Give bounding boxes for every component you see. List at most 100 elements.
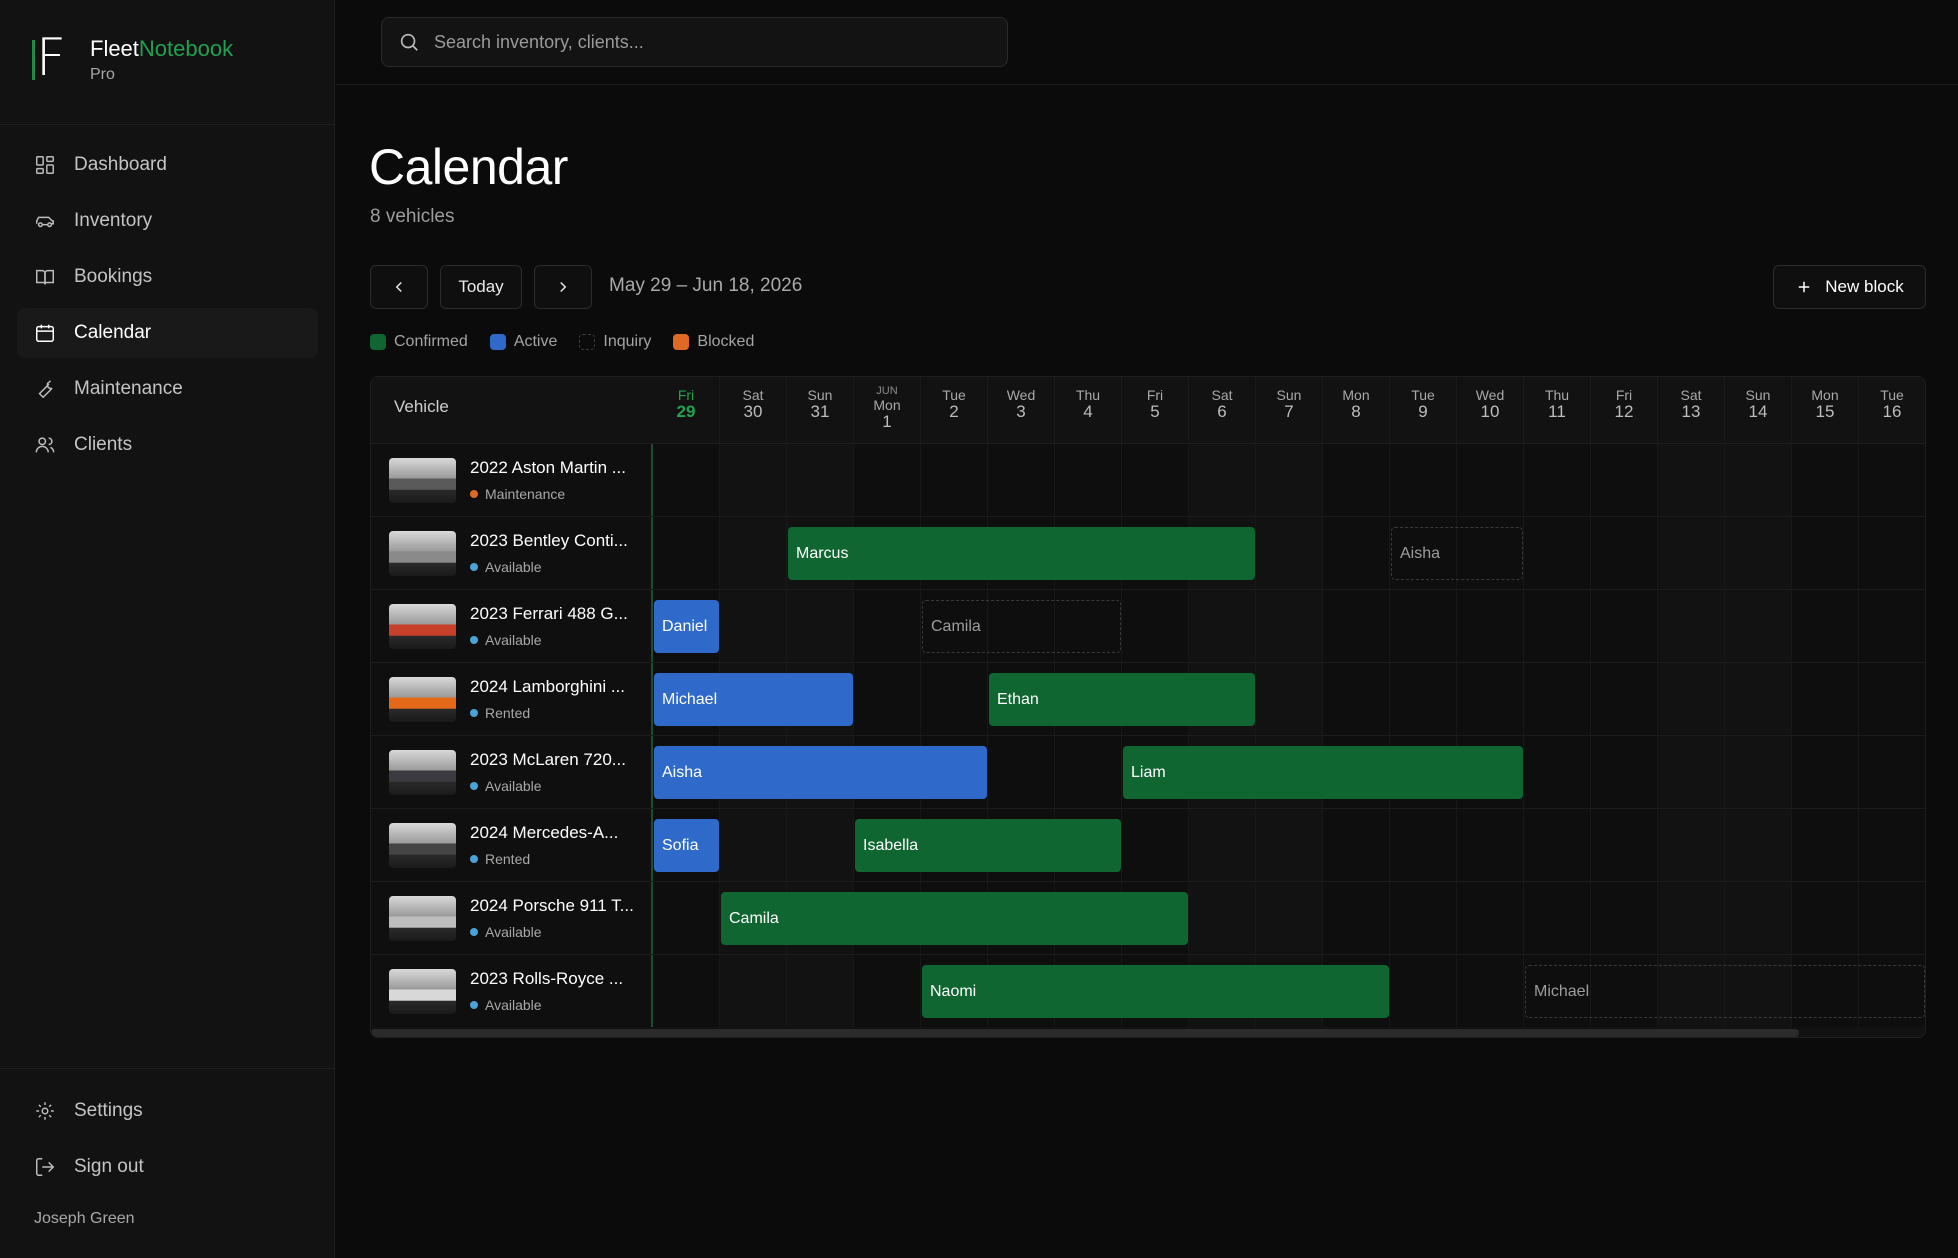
vehicle-thumbnail <box>389 677 456 722</box>
timeline: Fri 29 Sat 30 Sun 31 JUN Mon 1 Tue 2 Wed 3 Thu 4 Fri 5 Sa… <box>653 377 1925 1028</box>
legend-active: Active <box>489 333 557 351</box>
vehicle-thumbnail <box>389 531 456 576</box>
row-divider <box>653 589 1925 590</box>
booking-bar-active[interactable]: Michael <box>654 673 853 726</box>
main-nav: Dashboard Inventory Bookings Calendar Ma… <box>17 140 318 476</box>
sidebar-item-dashboard[interactable]: Dashboard <box>17 140 318 190</box>
day-header: Mon 8 <box>1323 377 1390 444</box>
booking-bar-confirmed[interactable]: Ethan <box>989 673 1255 726</box>
day-column[interactable] <box>1725 377 1792 1027</box>
day-header: Fri 12 <box>1591 377 1658 444</box>
today-button[interactable]: Today <box>440 265 522 309</box>
vehicle-row[interactable]: 2024 Porsche 911 T... Available <box>371 882 653 955</box>
day-header-today: Fri 29 <box>653 377 720 444</box>
wrench-icon <box>38 380 53 399</box>
next-range-button[interactable] <box>534 265 592 309</box>
vehicle-row[interactable]: 2024 Lamborghini ... Rented <box>371 663 653 736</box>
sidebar-item-maintenance[interactable]: Maintenance <box>17 364 318 414</box>
plus-icon <box>1799 281 1810 293</box>
search-input[interactable] <box>434 31 994 53</box>
row-divider <box>653 808 1925 809</box>
vehicle-thumbnail <box>389 823 456 868</box>
sidebar-item-calendar[interactable]: Calendar <box>17 308 318 358</box>
book-icon <box>36 269 54 285</box>
day-column[interactable] <box>1859 377 1925 1027</box>
vehicle-thumbnail <box>389 604 456 649</box>
vehicle-thumbnail <box>389 750 456 795</box>
booking-bar-inquiry[interactable]: Michael <box>1525 965 1925 1018</box>
day-column[interactable] <box>1792 377 1859 1027</box>
vehicle-thumbnail <box>389 458 456 503</box>
day-column[interactable] <box>1323 377 1390 1027</box>
brand-logo[interactable]: F FleetNotebook Pro <box>32 32 233 94</box>
vehicle-name: 2023 McLaren 720... <box>470 750 626 769</box>
vehicle-row[interactable]: 2023 Rolls-Royce ... Available <box>371 955 653 1028</box>
day-column[interactable] <box>1457 377 1524 1027</box>
vehicle-name: 2022 Aston Martin ... <box>470 458 626 477</box>
user-name: Joseph Green <box>34 1210 135 1227</box>
booking-bar-confirmed[interactable]: Isabella <box>855 819 1121 872</box>
sidebar-item-label: Sign out <box>74 1156 144 1177</box>
sign-out-icon <box>36 1158 55 1176</box>
search-icon <box>400 33 418 51</box>
day-column[interactable] <box>1390 377 1457 1027</box>
vehicle-row[interactable]: 2024 Mercedes-A... Rented <box>371 809 653 882</box>
booking-bar-confirmed[interactable]: Naomi <box>922 965 1389 1018</box>
booking-bar-inquiry[interactable]: Aisha <box>1391 527 1523 580</box>
day-column[interactable] <box>1658 377 1725 1027</box>
vehicle-name: 2023 Ferrari 488 G... <box>470 604 628 623</box>
prev-range-button[interactable] <box>370 265 428 309</box>
brand-tier: Pro <box>90 66 115 83</box>
users-icon <box>35 437 55 453</box>
vehicle-status: Rented <box>470 705 530 721</box>
sidebar-item-label: Settings <box>74 1100 143 1121</box>
search-box[interactable] <box>381 17 1008 67</box>
new-block-button[interactable]: New block <box>1773 265 1926 309</box>
day-header: Wed 3 <box>988 377 1055 444</box>
sidebar-item-inventory[interactable]: Inventory <box>17 196 318 246</box>
booking-bar-confirmed[interactable]: Marcus <box>788 527 1255 580</box>
row-divider <box>653 516 1925 517</box>
vehicle-row[interactable]: 2023 Bentley Conti... Available <box>371 517 653 590</box>
booking-bar-confirmed[interactable]: Liam <box>1123 746 1523 799</box>
sidebar-item-clients[interactable]: Clients <box>17 420 318 470</box>
vehicle-status: Available <box>470 778 542 794</box>
chevron-right-icon <box>560 281 567 293</box>
sign-out-button[interactable]: Sign out <box>17 1142 318 1192</box>
day-column[interactable] <box>1591 377 1658 1027</box>
today-label: Today <box>458 277 504 296</box>
vehicle-name: 2023 Bentley Conti... <box>470 531 628 550</box>
sidebar-item-label: Clients <box>74 434 133 455</box>
vehicle-name: 2024 Porsche 911 T... <box>470 896 634 915</box>
booking-bar-confirmed[interactable]: Camila <box>721 892 1188 945</box>
vehicle-name: 2023 Rolls-Royce ... <box>470 969 624 988</box>
booking-bar-active[interactable]: Sofia <box>654 819 719 872</box>
calendar-icon <box>36 324 54 342</box>
sidebar-item-label: Calendar <box>74 322 152 343</box>
booking-bar-active[interactable]: Daniel <box>654 600 719 653</box>
vehicle-row[interactable]: 2023 Ferrari 488 G... Available <box>371 590 653 663</box>
vehicle-status: Maintenance <box>470 486 565 502</box>
day-header: Sat 6 <box>1189 377 1256 444</box>
sidebar-item-settings[interactable]: Settings <box>17 1086 318 1136</box>
scrollbar-thumb[interactable] <box>371 1029 1799 1037</box>
sidebar-item-bookings[interactable]: Bookings <box>17 252 318 302</box>
month-label: JUN <box>876 385 898 397</box>
topbar <box>336 0 1958 85</box>
horizontal-scrollbar[interactable] <box>371 1027 1925 1037</box>
booking-bar-inquiry[interactable]: Camila <box>922 600 1121 653</box>
day-header: Wed 10 <box>1457 377 1524 444</box>
legend-confirmed: Confirmed <box>370 333 468 351</box>
day-column[interactable] <box>1524 377 1591 1027</box>
grid-icon <box>36 156 54 174</box>
booking-bar-active[interactable]: Aisha <box>654 746 987 799</box>
chevron-left-icon <box>395 281 402 293</box>
status-dot <box>470 636 478 644</box>
vehicle-thumbnail <box>389 969 456 1014</box>
vehicle-row[interactable]: 2023 McLaren 720... Available <box>371 736 653 809</box>
day-column[interactable] <box>1256 377 1323 1027</box>
row-divider <box>653 954 1925 955</box>
day-header: Sat 30 <box>720 377 787 444</box>
day-header: Fri 5 <box>1122 377 1189 444</box>
vehicle-row[interactable]: 2022 Aston Martin ... Maintenance <box>371 444 653 517</box>
